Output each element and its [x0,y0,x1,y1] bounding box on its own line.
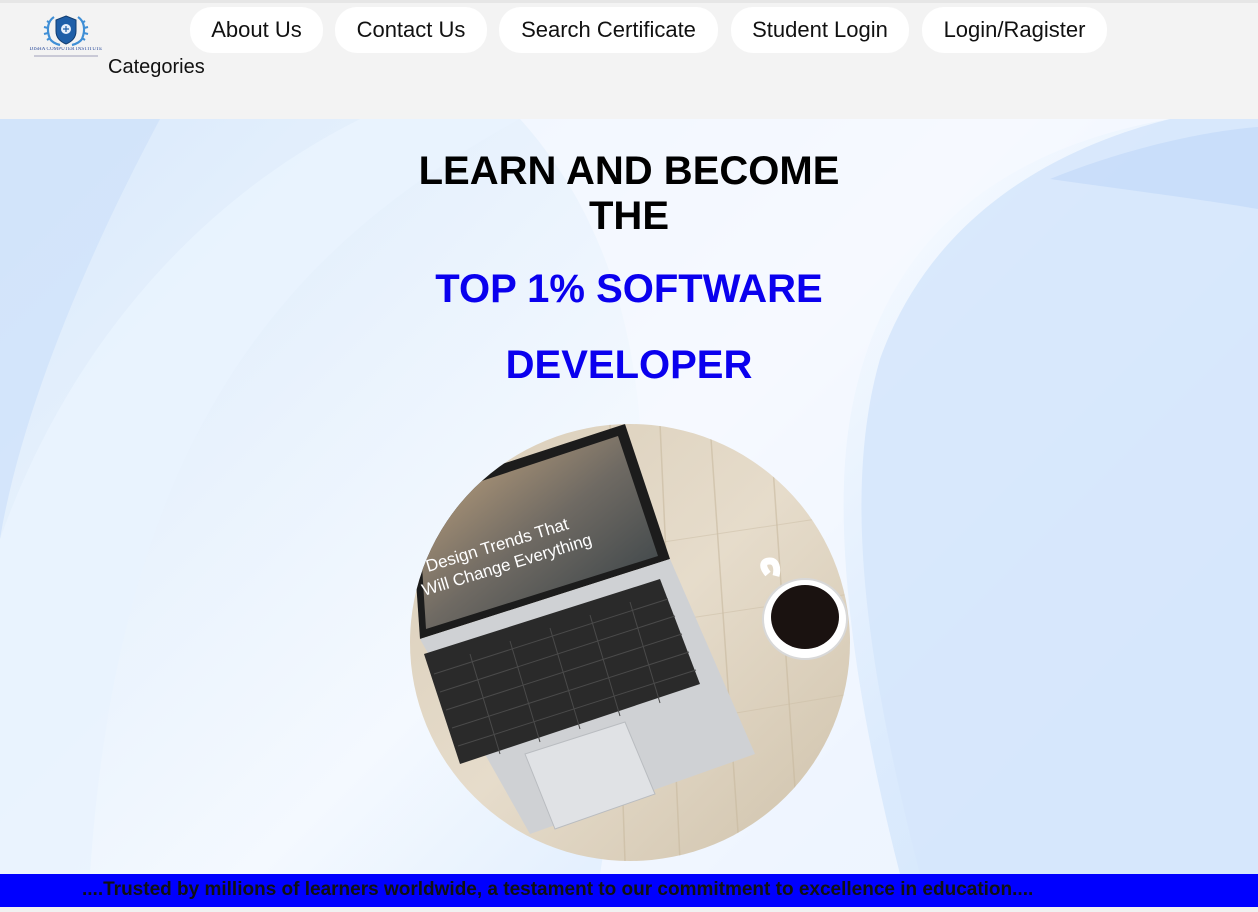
logo-text: DISHA COMPUTER INSTITUTE [29,47,103,52]
site-header: DISHA COMPUTER INSTITUTE About Us Contac… [0,0,1258,119]
announcement-ticker: ....Trusted by millions of learners worl… [0,874,1258,907]
laptop-image-icon: Design Trends That Will Change Everythin… [410,424,850,861]
nav-contact-us[interactable]: Contact Us [335,7,487,53]
bottom-strip [0,907,1258,912]
laurel-shield-icon [43,15,89,47]
logo-tagline-bar [34,55,98,57]
nav-student-login[interactable]: Student Login [731,7,909,53]
highlight-line-1: TOP 1% SOFTWARE [435,267,823,311]
headline-line-1: LEARN AND BECOME [418,149,840,193]
categories-link[interactable]: Categories [108,56,205,79]
nav-search-certificate[interactable]: Search Certificate [499,7,718,53]
nav-about-us[interactable]: About Us [190,7,323,53]
hero-section: LEARN AND BECOME THE TOP 1% SOFTWARE DEV… [0,119,1258,874]
nav-login-register[interactable]: Login/Ragister [922,7,1107,53]
hero-headline: LEARN AND BECOME THE [0,149,1258,239]
laptop-coffee-photo: Design Trends That Will Change Everythin… [410,424,850,861]
ticker-text: ....Trusted by millions of learners worl… [82,879,1034,900]
institute-logo[interactable]: DISHA COMPUTER INSTITUTE [26,11,106,63]
highlight-line-2: DEVELOPER [505,343,753,387]
headline-line-2: THE [589,194,669,238]
